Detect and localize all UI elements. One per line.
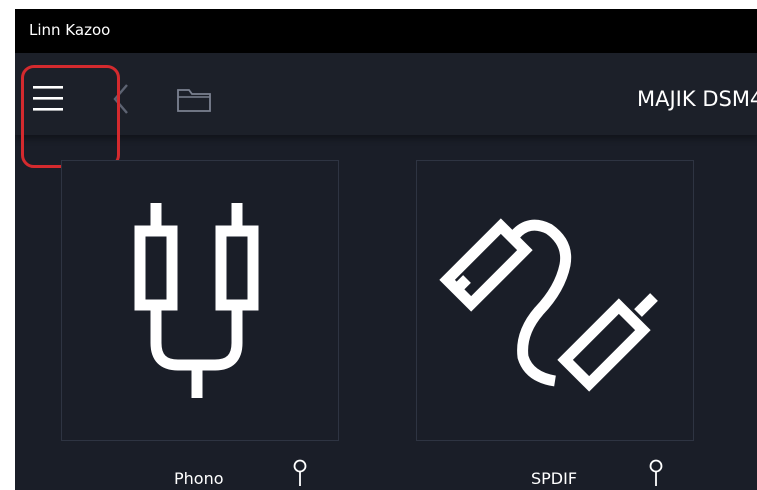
back-chevron-icon[interactable]	[109, 81, 133, 117]
title-bar: Linn Kazoo	[15, 9, 757, 53]
toolbar: MAJIK DSM4	[15, 53, 757, 135]
app-window: Linn Kazoo MAJIK DSM4 Phono SPDIF	[15, 9, 757, 490]
spdif-cable-icon	[439, 218, 658, 392]
window-title: Linn Kazoo	[29, 21, 111, 39]
source-tile-phono[interactable]	[61, 160, 339, 441]
pin-icon[interactable]	[648, 459, 664, 487]
source-label-spdif: SPDIF	[531, 469, 578, 488]
folder-icon[interactable]	[176, 86, 212, 114]
source-tile-spdif[interactable]	[416, 160, 694, 441]
pin-icon[interactable]	[292, 459, 308, 487]
source-label-phono: Phono	[174, 469, 224, 488]
device-name[interactable]: MAJIK DSM4	[637, 87, 757, 111]
rca-cable-icon	[134, 203, 259, 398]
hamburger-menu-icon[interactable]	[31, 81, 65, 115]
